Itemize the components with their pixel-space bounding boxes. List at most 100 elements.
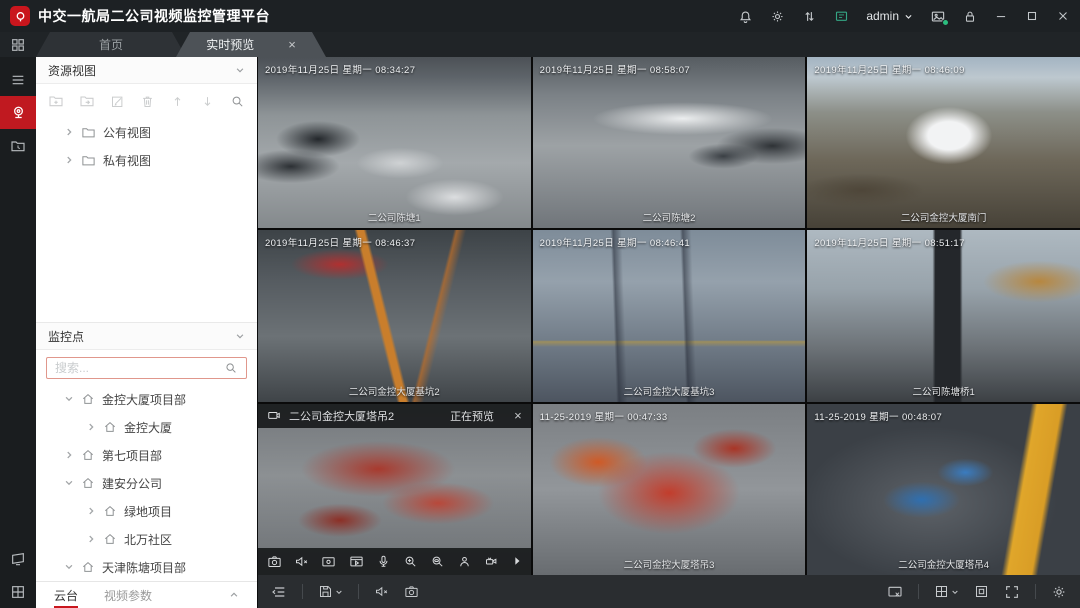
app-title: 中交一航局二公司视频监控管理平台 (38, 6, 270, 26)
fullscreen-icon[interactable] (1004, 584, 1020, 600)
resource-panel-header[interactable]: 资源视图 (36, 57, 257, 84)
add-folder-icon[interactable] (48, 93, 64, 109)
chevron-collapse-icon[interactable] (235, 331, 245, 341)
preset-icon[interactable] (457, 554, 472, 569)
instant-playback-icon[interactable] (349, 554, 364, 569)
chevron-right-icon[interactable] (64, 450, 74, 460)
save-view-icon[interactable] (318, 584, 343, 599)
video-cell-8[interactable]: 11-25-2019 星期一 00:47:33 二公司金控大厦塔吊3 (533, 404, 806, 575)
zoom-in-icon[interactable] (403, 554, 418, 569)
tab-home[interactable]: 首页 (36, 32, 186, 57)
video-cell-2[interactable]: 2019年11月25日 星期一 08:58:07 二公司陈塘2 (533, 57, 806, 228)
stop-all-icon[interactable] (887, 584, 903, 600)
playback-folder-icon[interactable] (0, 129, 36, 162)
mute-all-icon[interactable] (374, 584, 389, 599)
search-box[interactable] (46, 357, 247, 379)
video-cell-3[interactable]: 2019年11月25日 星期一 08:46:09 二公司金控大厦南门 (807, 57, 1080, 228)
edit-icon[interactable] (110, 94, 125, 109)
tree-item-site[interactable]: 绿地项目 (36, 497, 257, 525)
chevron-down-icon[interactable] (64, 394, 74, 404)
single-screen-icon[interactable] (974, 584, 989, 599)
minimize-icon[interactable] (994, 9, 1008, 23)
add-view-icon[interactable] (79, 93, 95, 109)
collapse-panel-icon[interactable] (271, 584, 287, 600)
delete-icon[interactable] (140, 94, 155, 109)
tree-item-label: 第七项目部 (102, 447, 162, 464)
feed-timestamp: 2019年11月25日 星期一 08:46:37 (265, 235, 415, 249)
video-wall-icon[interactable] (0, 542, 36, 575)
settings-icon[interactable] (1051, 584, 1067, 600)
talk-mic-icon[interactable] (376, 554, 391, 569)
record-icon[interactable] (321, 554, 336, 569)
resource-panel-title: 资源视图 (48, 62, 96, 79)
video-cell-5[interactable]: 2019年11月25日 星期一 08:46:41 二公司金控大厦基坑3 (533, 230, 806, 401)
tab-close-icon[interactable]: × (288, 38, 296, 51)
move-up-icon[interactable] (170, 94, 185, 109)
tree-item-site[interactable]: 建安分公司 (36, 469, 257, 497)
feed-title: 二公司金控大厦塔吊2 (289, 408, 394, 424)
live-camera-icon[interactable] (0, 96, 36, 129)
chevron-up-icon[interactable] (229, 590, 239, 600)
app-window: 中交一航局二公司视频监控管理平台 admin (0, 0, 1080, 608)
video-cell-4[interactable]: 2019年11月25日 星期一 08:46:37 二公司金控大厦基坑2 (258, 230, 531, 401)
video-feed (807, 230, 1080, 401)
tab-live-preview[interactable]: 实时预览 × (176, 32, 326, 57)
tree-item-site[interactable]: 天津陈塘项目部 (36, 553, 257, 581)
layout-grid-icon[interactable] (0, 575, 36, 608)
left-rail (0, 57, 36, 608)
chevron-down-icon[interactable] (64, 478, 74, 488)
chevron-collapse-icon[interactable] (235, 65, 245, 75)
chevron-down-icon[interactable] (64, 562, 74, 572)
ptz-icon[interactable] (484, 554, 499, 569)
mute-icon[interactable] (294, 554, 309, 569)
video-cell-7-selected[interactable]: 二公司金控大厦塔吊2 正在预览 × (258, 404, 531, 575)
search-icon[interactable] (224, 361, 238, 375)
tree-item-private-views[interactable]: 私有视图 (36, 146, 257, 174)
chevron-right-icon[interactable] (64, 155, 74, 165)
search-icon[interactable] (230, 94, 245, 109)
avatar-online-icon[interactable] (930, 9, 946, 24)
tree-item-site[interactable]: 第七项目部 (36, 441, 257, 469)
bell-icon[interactable] (738, 9, 753, 24)
apps-grid-icon[interactable] (0, 32, 36, 57)
tab-ptz[interactable]: 云台 (54, 582, 78, 608)
video-cell-1[interactable]: 2019年11月25日 星期一 08:34:27 二公司陈塘1 (258, 57, 531, 228)
tab-video-params-label: 视频参数 (104, 587, 152, 604)
video-cell-6[interactable]: 2019年11月25日 星期一 08:51:17 二公司陈塘桥1 (807, 230, 1080, 401)
tree-item-site[interactable]: 金控大厦项目部 (36, 385, 257, 413)
feed-timestamp: 2019年11月25日 星期一 08:51:17 (814, 235, 964, 249)
feed-toolbar (258, 548, 531, 575)
monitor-panel-header[interactable]: 监控点 (36, 323, 257, 350)
tree-item-site[interactable]: 金控大厦 (36, 413, 257, 441)
folder-icon (81, 153, 96, 168)
menu-icon[interactable] (0, 63, 36, 96)
maximize-icon[interactable] (1025, 9, 1039, 23)
video-matrix-icon[interactable] (834, 9, 849, 24)
search-input[interactable] (55, 361, 218, 375)
chevron-right-icon[interactable] (86, 506, 96, 516)
zoom-3d-icon[interactable] (430, 554, 445, 569)
chevron-right-icon[interactable] (86, 534, 96, 544)
chevron-right-icon[interactable] (64, 127, 74, 137)
grid-layout-icon[interactable] (934, 584, 959, 599)
video-feed (533, 230, 806, 401)
chevron-right-icon[interactable] (86, 422, 96, 432)
snapshot-icon[interactable] (267, 554, 282, 569)
toolbar-divider (302, 584, 303, 599)
transfer-arrows-icon[interactable] (802, 9, 817, 24)
snapshot-all-icon[interactable] (404, 584, 419, 599)
user-menu[interactable]: admin (866, 9, 913, 23)
video-cell-9[interactable]: 11-25-2019 星期一 00:48:07 二公司金控大厦塔吊4 (807, 404, 1080, 575)
close-feed-icon[interactable]: × (514, 409, 522, 422)
tree-item-public-views[interactable]: 公有视图 (36, 118, 257, 146)
settings-gear-icon[interactable] (770, 9, 785, 24)
tab-video-params[interactable]: 视频参数 (104, 582, 152, 608)
lock-icon[interactable] (963, 9, 977, 24)
resource-toolbar (36, 84, 257, 116)
tree-item-site[interactable]: 北万社区 (36, 525, 257, 553)
titlebar: 中交一航局二公司视频监控管理平台 admin (0, 0, 1080, 32)
move-down-icon[interactable] (200, 94, 215, 109)
close-icon[interactable] (1056, 9, 1070, 23)
more-icon[interactable] (512, 556, 522, 566)
chevron-down-icon (904, 12, 913, 21)
